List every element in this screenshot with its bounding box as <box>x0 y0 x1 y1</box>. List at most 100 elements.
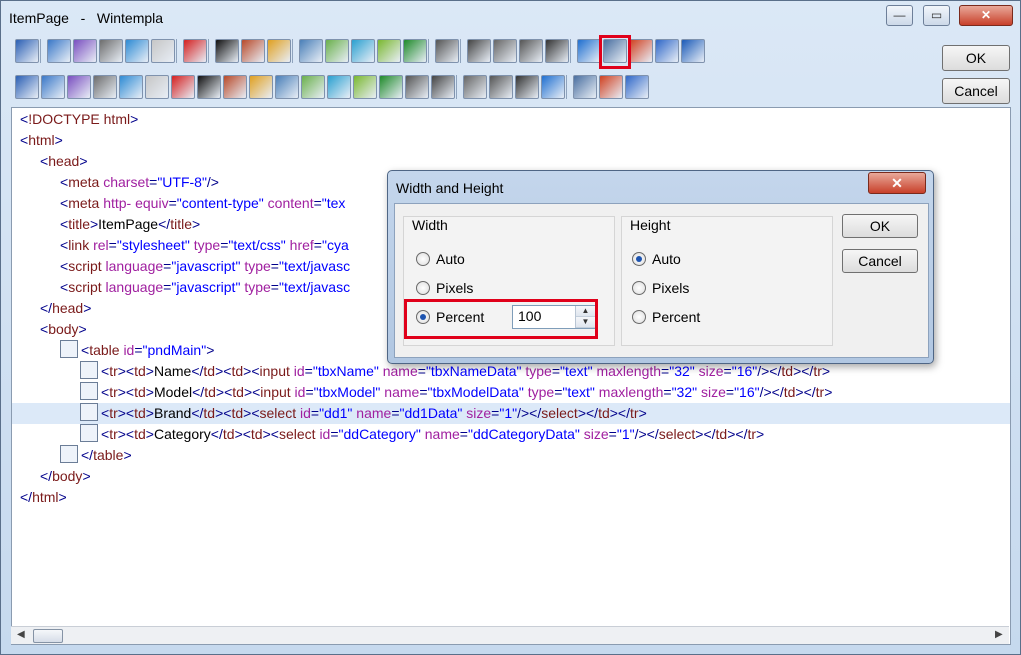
code-line[interactable]: <tr><td>Name</td><td><input id="tbxName"… <box>12 361 830 382</box>
height-auto-radio[interactable]: Auto <box>632 250 681 268</box>
code-line[interactable]: <table id="pndMain"> <box>12 340 214 361</box>
maximize-button[interactable]: ▭ <box>923 5 950 26</box>
radio-icon[interactable] <box>379 75 403 99</box>
ok-button-icon[interactable] <box>15 75 39 99</box>
code-line[interactable]: </html> <box>12 487 67 508</box>
code-line[interactable]: <script language="javascript" type="text… <box>12 277 350 298</box>
window-title: ItemPage - Wintempla <box>9 10 164 26</box>
toolbar-separator <box>292 39 293 63</box>
code-line[interactable]: <head> <box>12 151 88 172</box>
code-line[interactable]: <tr><td>Brand</td><td><select id="dd1" n… <box>12 403 1010 424</box>
fill-icon[interactable] <box>299 39 323 63</box>
radio-icon <box>632 281 646 295</box>
border-icon[interactable] <box>403 39 427 63</box>
table-view-icon[interactable] <box>301 75 325 99</box>
code-line[interactable]: </head> <box>12 298 91 319</box>
bar-chart-icon[interactable] <box>463 75 487 99</box>
code-view-icon[interactable] <box>573 75 597 99</box>
form-icon[interactable] <box>275 75 299 99</box>
network-icon[interactable] <box>353 75 377 99</box>
browser-icon[interactable] <box>599 75 623 99</box>
listbox-icon[interactable] <box>145 75 169 99</box>
infinity-icon[interactable] <box>515 75 539 99</box>
height-group: Height Auto Pixels Percent <box>621 216 833 346</box>
close-button[interactable]: ✕ <box>959 5 1013 26</box>
ok-button[interactable]: OK <box>942 45 1010 71</box>
auto-text-icon[interactable] <box>435 39 459 63</box>
toolbar-separator <box>208 39 209 63</box>
textbox-icon <box>80 382 98 400</box>
height-pixels-radio[interactable]: Pixels <box>632 279 689 297</box>
tree-icon[interactable] <box>327 75 351 99</box>
undo-icon[interactable] <box>125 39 149 63</box>
delete-icon[interactable] <box>183 39 207 63</box>
code-line[interactable]: <!DOCTYPE html> <box>12 109 138 130</box>
info-icon[interactable] <box>681 39 705 63</box>
width-height-icon[interactable] <box>577 39 601 63</box>
cancel-button[interactable]: Cancel <box>942 78 1010 104</box>
paste-icon[interactable] <box>99 39 123 63</box>
align-left-icon[interactable] <box>467 39 491 63</box>
pencils-icon[interactable] <box>351 39 375 63</box>
horizontal-scrollbar[interactable]: ◀ ▶ <box>11 626 1009 644</box>
height-group-label: Height <box>630 217 671 233</box>
dialog-close-button[interactable]: ✕ <box>868 172 926 194</box>
code-line[interactable]: <script language="javascript" type="text… <box>12 256 350 277</box>
align-right-icon[interactable] <box>519 39 543 63</box>
radio-selected-icon <box>632 252 646 266</box>
code-line[interactable]: <html> <box>12 130 63 151</box>
dialog-ok-button[interactable]: OK <box>842 214 918 238</box>
scroll-thumb[interactable] <box>33 629 63 643</box>
auto-color-icon[interactable] <box>267 39 291 63</box>
scroll-left-icon[interactable]: ◀ <box>17 629 25 640</box>
font-color-icon[interactable] <box>241 39 265 63</box>
font-icon[interactable] <box>215 39 239 63</box>
picture-icon[interactable] <box>223 75 247 99</box>
code-line[interactable]: <tr><td>Category</td><td><select id="ddC… <box>12 424 764 445</box>
code-line[interactable]: <meta charset="UTF-8"/> <box>12 172 219 193</box>
dialog-cancel-button[interactable]: Cancel <box>842 249 918 273</box>
link-icon[interactable] <box>431 75 455 99</box>
code-line[interactable]: <title>ItemPage</title> <box>12 214 200 235</box>
grid-icon[interactable] <box>629 39 653 63</box>
height-percent-radio[interactable]: Percent <box>632 308 700 326</box>
save-icon[interactable] <box>15 39 39 63</box>
redo-icon[interactable] <box>151 39 175 63</box>
cut-icon[interactable] <box>73 39 97 63</box>
toolbar-separator <box>566 75 567 99</box>
toolbar-separator <box>460 39 461 63</box>
code-line[interactable]: <body> <box>12 319 87 340</box>
code-line[interactable]: <tr><td>Model</td><td><input id="tbxMode… <box>12 382 832 403</box>
radio-label: Pixels <box>436 280 474 296</box>
ghost-icon[interactable] <box>171 75 195 99</box>
smiley-icon[interactable] <box>93 75 117 99</box>
textbox-icon[interactable] <box>249 75 273 99</box>
radio-label: Auto <box>436 251 465 267</box>
radio-icon <box>416 252 430 266</box>
toolbar-separator <box>176 39 177 63</box>
width-height-dialog: Width and Height ✕ Width Auto Pixels Per… <box>387 170 934 364</box>
code-line[interactable]: </table> <box>12 445 132 466</box>
auto-fill-icon[interactable] <box>325 39 349 63</box>
width-auto-radio[interactable]: Auto <box>416 250 465 268</box>
justify-icon[interactable] <box>545 39 569 63</box>
width-pixels-radio[interactable]: Pixels <box>416 279 473 297</box>
pie-chart-icon[interactable] <box>489 75 513 99</box>
copy-icon[interactable] <box>47 39 71 63</box>
code-line[interactable]: <meta http- equiv="content-type" content… <box>12 193 345 214</box>
auto-pencils-icon[interactable] <box>377 39 401 63</box>
code-line[interactable]: </body> <box>12 466 91 487</box>
scroll-right-icon[interactable]: ▶ <box>995 629 1003 640</box>
checkbox-icon[interactable] <box>41 75 65 99</box>
radio-label: Auto <box>652 251 681 267</box>
minimize-button[interactable]: — <box>886 5 913 26</box>
label-icon[interactable] <box>405 75 429 99</box>
sql-icon[interactable] <box>625 75 649 99</box>
align-center-icon[interactable] <box>493 39 517 63</box>
calendar-icon[interactable] <box>119 75 143 99</box>
line-chart-icon[interactable] <box>541 75 565 99</box>
checklist-icon[interactable] <box>67 75 91 99</box>
image-edit-icon[interactable] <box>197 75 221 99</box>
code-line[interactable]: <link rel="stylesheet" type="text/css" h… <box>12 235 349 256</box>
help-icon[interactable] <box>655 39 679 63</box>
